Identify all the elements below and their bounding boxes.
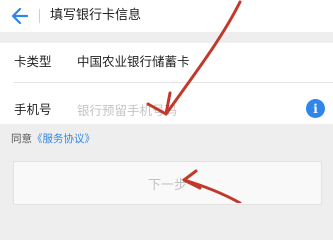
bank-card-form: 卡类型 中国农业银行储蓄卡 手机号 i — [0, 43, 333, 124]
arrow-left-icon[interactable] — [11, 6, 29, 26]
phone-input[interactable] — [77, 99, 297, 121]
next-step-button[interactable]: 下一步 — [13, 161, 322, 205]
service-agreement-link[interactable]: 《服务协议》 — [32, 133, 95, 145]
page-title: 填写银行卡信息 — [50, 8, 142, 23]
header-bar: 填写银行卡信息 — [0, 0, 333, 32]
header-divider — [39, 9, 40, 23]
agreement-text: 同意 — [11, 133, 32, 145]
agreement-line: 同意《服务协议》 — [11, 132, 95, 146]
card-type-value: 中国农业银行储蓄卡 — [77, 54, 190, 69]
phone-label: 手机号 — [14, 102, 52, 117]
card-type-label: 卡类型 — [14, 54, 52, 69]
row-divider — [13, 82, 333, 83]
info-icon[interactable]: i — [306, 99, 325, 118]
